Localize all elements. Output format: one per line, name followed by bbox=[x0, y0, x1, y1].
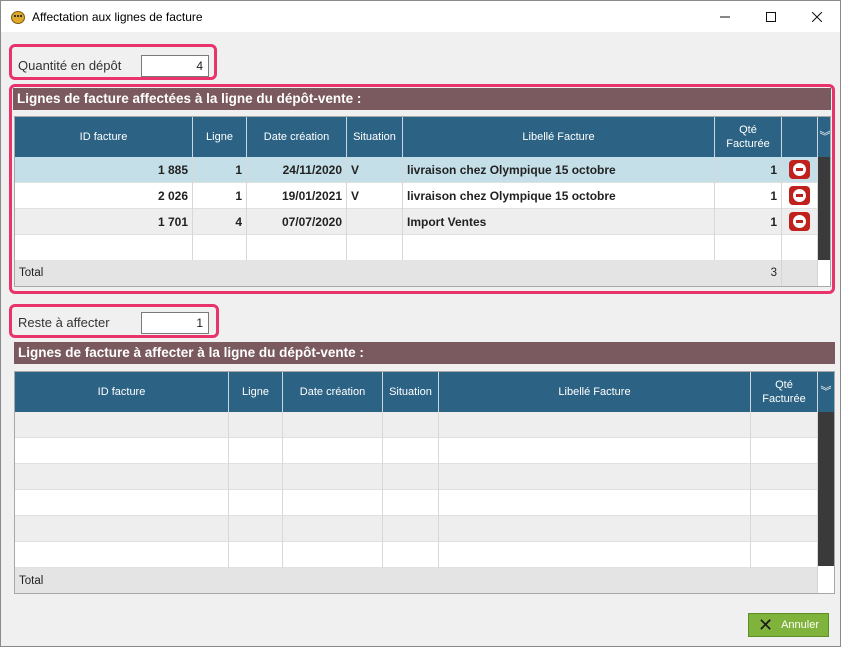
cell-libelle: Import Ventes bbox=[403, 209, 715, 235]
col-situation[interactable]: Situation bbox=[347, 117, 403, 157]
col-libelle-facture[interactable]: Libellé Facture bbox=[403, 117, 715, 157]
x-cross-icon: ✕ bbox=[757, 615, 774, 635]
cell-qte: 1 bbox=[715, 209, 782, 235]
remove-line-button[interactable] bbox=[789, 160, 810, 179]
table-row-empty bbox=[15, 516, 818, 542]
table-row-empty bbox=[15, 438, 818, 464]
close-icon bbox=[812, 11, 822, 22]
col-ligne[interactable]: Ligne bbox=[193, 117, 247, 157]
double-chevron-down-icon: ︾ bbox=[820, 386, 832, 398]
cell-situation: V bbox=[347, 183, 403, 209]
cell-qte: 1 bbox=[715, 183, 782, 209]
cancel-button[interactable]: ✕ Annuler bbox=[748, 613, 829, 637]
col-ligne[interactable]: Ligne bbox=[229, 372, 283, 412]
maximize-button[interactable] bbox=[748, 1, 794, 32]
table-row[interactable]: 1 885 1 24/11/2020 V livraison chez Olym… bbox=[15, 157, 818, 183]
col-date-creation[interactable]: Date création bbox=[247, 117, 347, 157]
remove-line-button[interactable] bbox=[789, 186, 810, 205]
double-chevron-down-icon: ︾ bbox=[819, 131, 831, 143]
to-affect-scrollbar[interactable] bbox=[818, 412, 834, 566]
affected-grid-rows: 1 885 1 24/11/2020 V livraison chez Olym… bbox=[15, 157, 818, 261]
table-row-empty bbox=[15, 464, 818, 490]
cell-ligne: 1 bbox=[193, 157, 247, 183]
dialog-window: Affectation aux lignes de facture Quanti… bbox=[0, 0, 841, 647]
window-title: Affectation aux lignes de facture bbox=[32, 9, 203, 24]
col-libelle-facture[interactable]: Libellé Facture bbox=[439, 372, 751, 412]
col-situation[interactable]: Situation bbox=[383, 372, 439, 412]
col-id-facture[interactable]: ID facture bbox=[15, 372, 229, 412]
minimize-icon bbox=[720, 16, 730, 17]
quantite-field[interactable]: 4 bbox=[141, 55, 209, 77]
cell-action bbox=[782, 157, 818, 183]
total-label: Total bbox=[19, 575, 44, 587]
cancel-label: Annuler bbox=[781, 619, 819, 631]
affected-grid: ID facture Ligne Date création Situation… bbox=[14, 116, 831, 287]
cell-id: 1 885 bbox=[15, 157, 193, 183]
cell-action bbox=[782, 183, 818, 209]
table-row-empty bbox=[15, 235, 818, 261]
title-bar: Affectation aux lignes de facture bbox=[1, 1, 840, 32]
col-qte-facturee[interactable]: Qté Facturée bbox=[751, 372, 818, 412]
table-row[interactable]: 1 701 4 07/07/2020 Import Ventes 1 bbox=[15, 209, 818, 235]
quantite-label: Quantité en dépôt bbox=[18, 58, 122, 73]
affected-total-row: Total 3 bbox=[15, 260, 818, 286]
col-qte-facturee[interactable]: Qté Facturée bbox=[715, 117, 782, 157]
cell-libelle: livraison chez Olympique 15 octobre bbox=[403, 157, 715, 183]
affected-section-header: Lignes de facture affectées à la ligne d… bbox=[13, 88, 831, 110]
sort-toggle-button[interactable]: ︾ bbox=[818, 117, 831, 157]
cell-ligne: 1 bbox=[193, 183, 247, 209]
maximize-icon bbox=[766, 11, 776, 22]
cell-date: 07/07/2020 bbox=[247, 209, 347, 235]
cell-situation bbox=[347, 209, 403, 235]
cell-situation: V bbox=[347, 157, 403, 183]
total-label: Total bbox=[19, 267, 44, 279]
cell-date: 19/01/2021 bbox=[247, 183, 347, 209]
remove-line-button[interactable] bbox=[789, 212, 810, 231]
to-affect-total-row: Total bbox=[15, 568, 818, 593]
minimize-button[interactable] bbox=[702, 1, 748, 32]
table-row-empty bbox=[15, 412, 818, 438]
affected-grid-header: ID facture Ligne Date création Situation… bbox=[15, 117, 831, 157]
cell-libelle: livraison chez Olympique 15 octobre bbox=[403, 183, 715, 209]
table-row[interactable]: 2 026 1 19/01/2021 V livraison chez Olym… bbox=[15, 183, 818, 209]
table-row-empty bbox=[15, 542, 818, 568]
affected-scrollbar[interactable] bbox=[818, 157, 830, 260]
col-id-facture[interactable]: ID facture bbox=[15, 117, 193, 157]
sort-toggle-button[interactable]: ︾ bbox=[818, 372, 834, 412]
cell-ligne: 4 bbox=[193, 209, 247, 235]
total-qte: 3 bbox=[715, 260, 782, 286]
cell-qte: 1 bbox=[715, 157, 782, 183]
reste-label: Reste à affecter bbox=[18, 315, 110, 330]
reste-field[interactable]: 1 bbox=[141, 312, 209, 334]
cell-id: 2 026 bbox=[15, 183, 193, 209]
app-icon bbox=[10, 9, 26, 25]
col-action bbox=[782, 117, 818, 157]
to-affect-section-header: Lignes de facture à affecter à la ligne … bbox=[14, 342, 835, 364]
col-date-creation[interactable]: Date création bbox=[283, 372, 383, 412]
to-affect-grid-rows bbox=[15, 412, 818, 568]
table-row-empty bbox=[15, 490, 818, 516]
cell-id: 1 701 bbox=[15, 209, 193, 235]
to-affect-grid: ID facture Ligne Date création Situation… bbox=[14, 371, 835, 594]
to-affect-grid-header: ID facture Ligne Date création Situation… bbox=[15, 372, 834, 412]
cell-date: 24/11/2020 bbox=[247, 157, 347, 183]
cell-action bbox=[782, 209, 818, 235]
close-button[interactable] bbox=[794, 1, 840, 32]
